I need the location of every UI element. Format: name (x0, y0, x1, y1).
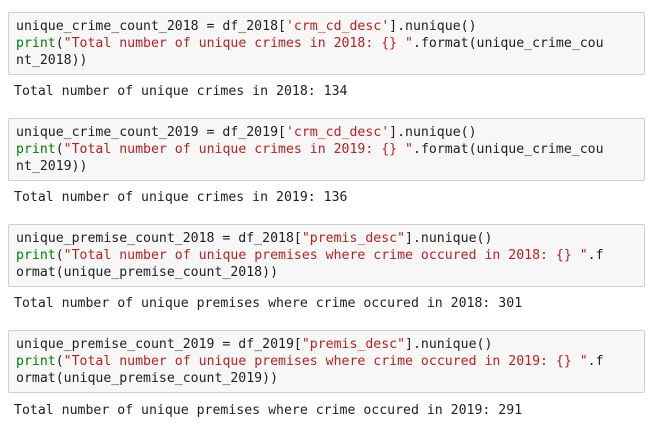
code-string: "Total number of unique crimes in 2019: … (63, 142, 413, 157)
code-text: ormat(unique_premise_count_2019)) (16, 371, 279, 386)
code-input-cell[interactable]: unique_premise_count_2018 = df_2018["pre… (8, 224, 645, 287)
code-string: "premis_desc" (301, 231, 406, 246)
code-input-cell[interactable]: unique_premise_count_2019 = df_2019["pre… (8, 330, 645, 393)
code-line: print("Total number of unique crimes in … (16, 141, 644, 158)
code-keyword: print (16, 142, 56, 157)
code-line: unique_crime_count_2019 = df_2019['crm_c… (16, 124, 644, 141)
code-line: unique_premise_count_2019 = df_2019["pre… (16, 336, 644, 353)
code-line: nt_2019)) (16, 158, 644, 175)
code-text: ].nunique() (405, 337, 493, 352)
code-text: ].nunique() (389, 19, 477, 34)
code-text: unique_premise_count_2019 = df_2019[ (16, 337, 302, 352)
code-keyword: print (16, 248, 56, 263)
code-text: ].nunique() (405, 231, 493, 246)
code-line: unique_premise_count_2018 = df_2018["pre… (16, 230, 644, 247)
cell-output: Total number of unique premises where cr… (14, 403, 523, 418)
code-string: 'crm_cd_desc' (285, 19, 390, 34)
code-text: .format(unique_crime_cou (413, 142, 604, 157)
code-text: .f (587, 354, 604, 369)
code-line: print("Total number of unique premises w… (16, 353, 644, 370)
code-line: nt_2018)) (16, 52, 644, 69)
code-text: .format(unique_crime_cou (413, 36, 604, 51)
code-line: ormat(unique_premise_count_2018)) (16, 264, 644, 281)
code-line: ormat(unique_premise_count_2019)) (16, 370, 644, 387)
code-input-cell[interactable]: unique_crime_count_2019 = df_2019['crm_c… (8, 118, 645, 181)
code-text: ( (55, 36, 64, 51)
code-string: "Total number of unique crimes in 2018: … (63, 36, 413, 51)
code-text: unique_premise_count_2018 = df_2018[ (16, 231, 302, 246)
code-line: print("Total number of unique crimes in … (16, 35, 644, 52)
code-string: "Total number of unique premises where c… (63, 248, 588, 263)
cell-output: Total number of unique crimes in 2019: 1… (14, 190, 348, 205)
code-text: nt_2019)) (16, 159, 88, 174)
code-string: "Total number of unique premises where c… (63, 354, 588, 369)
code-input-cell[interactable]: unique_crime_count_2018 = df_2018['crm_c… (8, 12, 645, 75)
code-text: ].nunique() (389, 125, 477, 140)
code-line: print("Total number of unique premises w… (16, 247, 644, 264)
code-text: unique_crime_count_2019 = df_2019[ (16, 125, 286, 140)
code-text: unique_crime_count_2018 = df_2018[ (16, 19, 286, 34)
code-text: ( (55, 248, 64, 263)
code-text: .f (587, 248, 604, 263)
cell-output: Total number of unique crimes in 2018: 1… (14, 84, 348, 99)
code-text: ormat(unique_premise_count_2018)) (16, 265, 279, 280)
code-keyword: print (16, 354, 56, 369)
code-text: nt_2018)) (16, 53, 88, 68)
code-text: ( (55, 354, 64, 369)
code-string: "premis_desc" (301, 337, 406, 352)
cell-output: Total number of unique premises where cr… (14, 296, 523, 311)
code-text: ( (55, 142, 64, 157)
code-keyword: print (16, 36, 56, 51)
code-string: 'crm_cd_desc' (285, 125, 390, 140)
code-line: unique_crime_count_2018 = df_2018['crm_c… (16, 18, 644, 35)
